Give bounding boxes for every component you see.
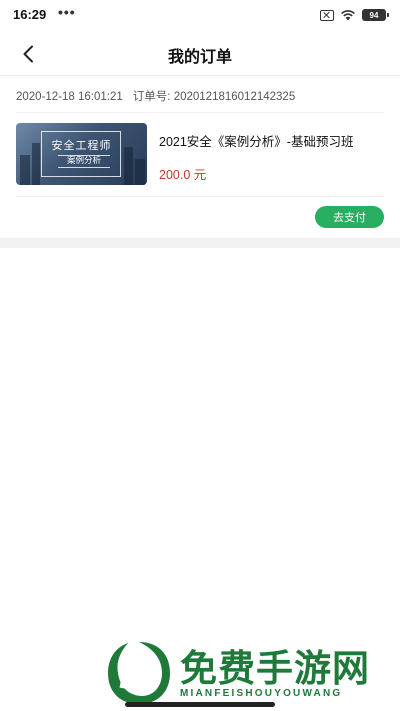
divider xyxy=(16,196,384,197)
nav-bar: 我的订单 xyxy=(0,30,400,76)
product-name[interactable]: 2021安全《案例分析》-基础预习班 xyxy=(159,131,353,150)
battery-level: 94 xyxy=(369,10,379,20)
battery-icon: 94 xyxy=(362,9,389,21)
status-time: 16:29 xyxy=(13,7,47,22)
wifi-icon xyxy=(341,10,355,21)
page-title: 我的订单 xyxy=(167,49,232,66)
divider xyxy=(16,112,384,113)
watermark-subtitle: MIANFEISHOUYOUWANG xyxy=(180,688,343,699)
home-indicator xyxy=(125,702,275,707)
product-thumbnail[interactable]: 安全工程师 案例分析 xyxy=(16,123,147,185)
order-number: 2020121816012142325 xyxy=(173,91,296,103)
order-number-label: 订单号: xyxy=(132,91,171,103)
section-separator xyxy=(0,238,400,248)
order-datetime: 2020-12-18 16:01:21 xyxy=(16,91,123,103)
status-bar: 16:29 ••• 94 xyxy=(0,0,400,30)
watermark-title: 免费手游网 xyxy=(180,646,370,690)
no-sim-icon xyxy=(320,9,334,21)
thumbnail-title: 安全工程师 xyxy=(51,139,112,152)
site-logo-icon xyxy=(108,642,170,704)
watermark: 免费手游网 MIANFEISHOUYOUWANG xyxy=(106,638,396,708)
building-shape xyxy=(135,159,145,185)
pay-button[interactable]: 去支付 xyxy=(315,206,384,228)
product-price: 200.0 元 xyxy=(159,168,207,182)
status-icons: 94 xyxy=(320,8,389,22)
notification-dots: ••• xyxy=(58,4,76,20)
order-meta: 2020-12-18 16:01:21 订单号: 2020121816012142… xyxy=(16,88,295,104)
thumbnail-subtitle: 案例分析 xyxy=(58,155,110,168)
building-shape xyxy=(20,155,30,185)
